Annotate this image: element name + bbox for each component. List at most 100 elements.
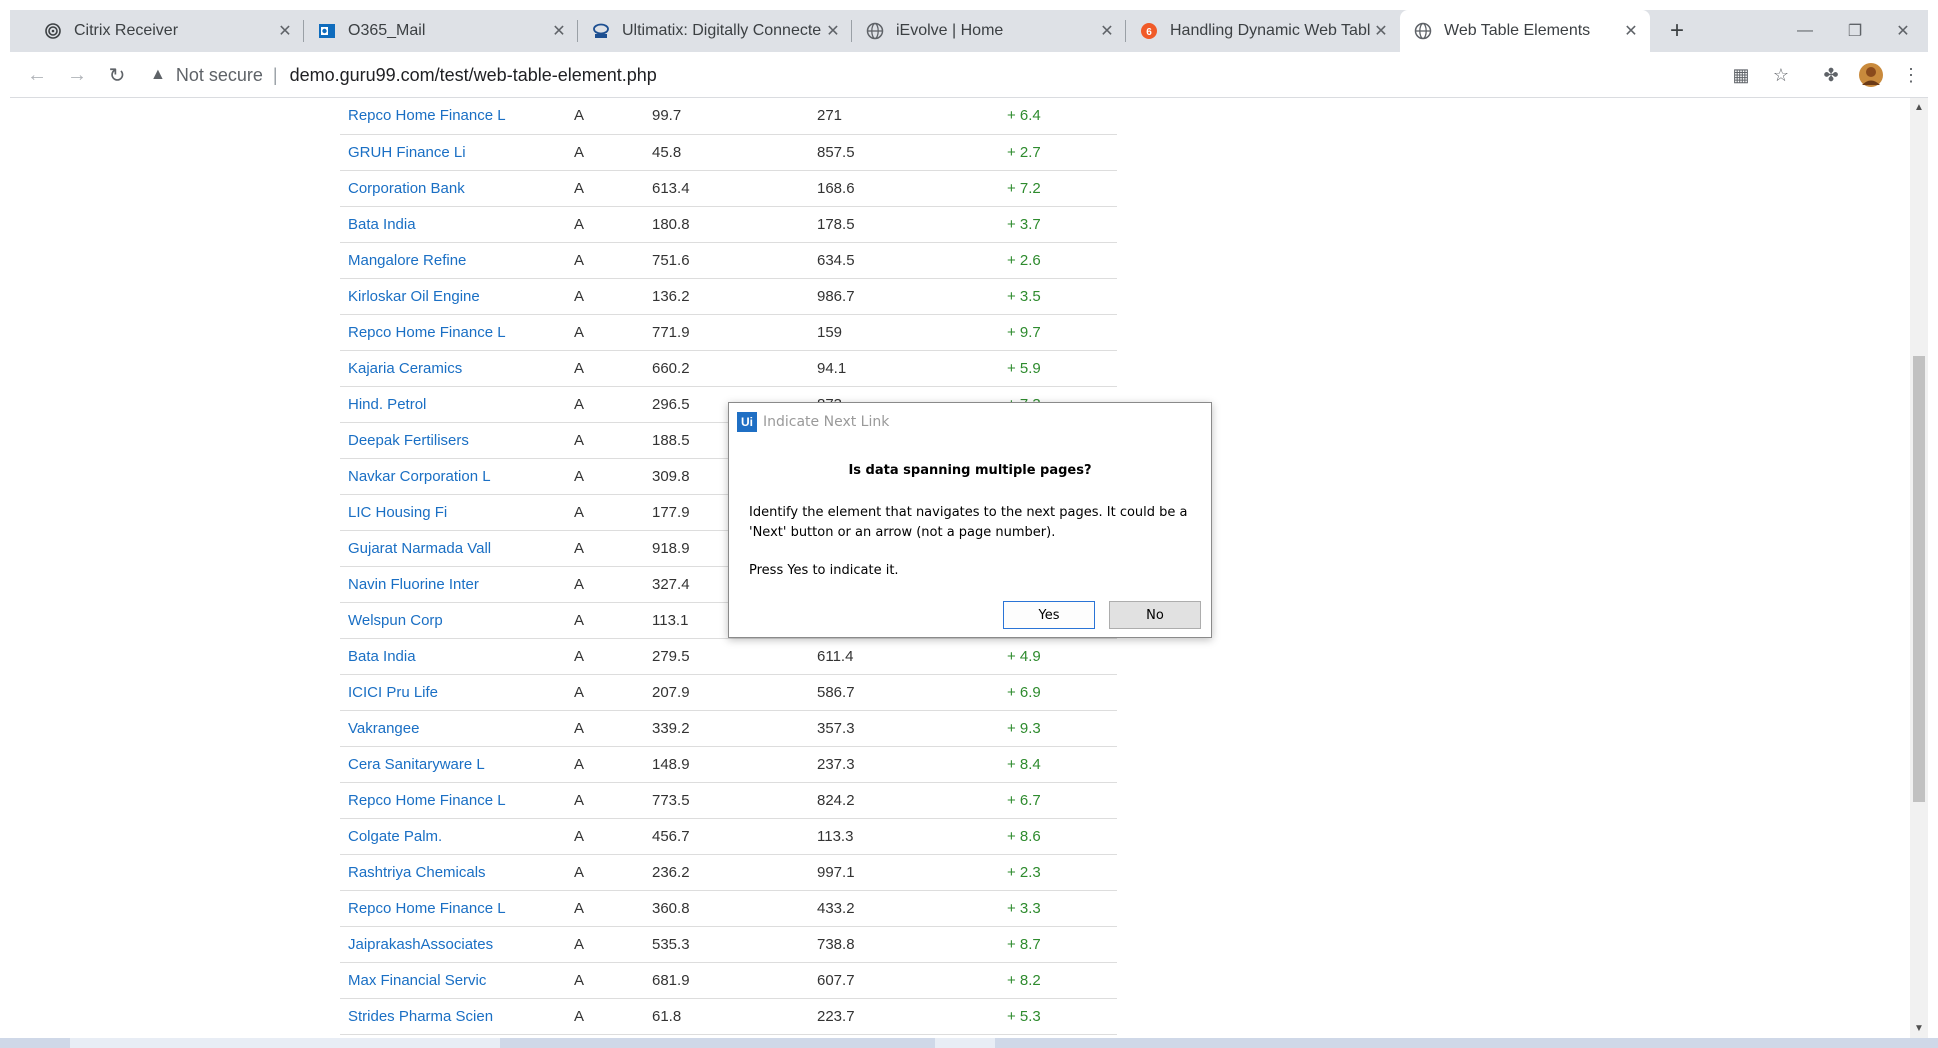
company-link[interactable]: Navin Fluorine Inter	[348, 576, 479, 593]
indicate-next-link-dialog: Ui Indicate Next Link Is data spanning m…	[728, 402, 1212, 638]
group-cell: A	[574, 1007, 585, 1025]
prev-close-cell: 236.2	[652, 863, 690, 881]
table-row: Bata India A 180.8 178.5 + 3.7	[340, 206, 1117, 243]
table-cell: 45.8	[644, 134, 809, 171]
company-link[interactable]: Strides Pharma Scien	[348, 1008, 493, 1025]
no-button[interactable]: No	[1109, 601, 1201, 629]
url-text: demo.guru99.com/test/web-table-element.p…	[289, 64, 657, 85]
company-link[interactable]: JaiprakashAssociates	[348, 936, 493, 953]
company-link[interactable]: Repco Home Finance L	[348, 107, 506, 124]
company-link[interactable]: Repco Home Finance L	[348, 792, 506, 809]
restore-button[interactable]: ❐	[1830, 10, 1880, 52]
company-link[interactable]: Mangalore Refine	[348, 252, 466, 269]
table-cell: + 2.7	[999, 134, 1117, 171]
star-icon[interactable]: ☆	[1768, 62, 1794, 88]
table-cell: A	[566, 854, 644, 891]
table-cell: A	[566, 170, 644, 207]
scroll-down-icon[interactable]: ▼	[1914, 1023, 1924, 1034]
current-price-cell: 113.3	[817, 827, 854, 845]
company-link[interactable]: GRUH Finance Li	[348, 144, 466, 161]
dialog-header: Ui Indicate Next Link	[737, 412, 889, 432]
tab-web-table-elements[interactable]: Web Table Elements ✕	[1400, 10, 1650, 52]
close-icon[interactable]: ✕	[1096, 20, 1118, 42]
close-window-button[interactable]: ✕	[1878, 10, 1928, 52]
table-cell: 207.9	[644, 674, 809, 711]
table-cell: 681.9	[644, 962, 809, 999]
dialog-instruction: Press Yes to indicate it.	[749, 563, 899, 578]
table-cell: A	[566, 242, 644, 279]
table-cell: + 2.3	[999, 854, 1117, 891]
tab-citrix[interactable]: Citrix Receiver ✕	[30, 10, 304, 52]
company-link[interactable]: Cera Sanitaryware L	[348, 756, 485, 773]
tab-handling-dynamic[interactable]: 6 Handling Dynamic Web Tabl ✕	[1126, 10, 1400, 52]
citrix-icon	[44, 22, 62, 40]
vertical-scrollbar[interactable]: ▲ ▼	[1910, 98, 1928, 1038]
scroll-up-icon[interactable]: ▲	[1914, 102, 1924, 113]
group-cell: A	[574, 143, 585, 161]
tab-ievolve[interactable]: iEvolve | Home ✕	[852, 10, 1126, 52]
tab-ultimatix[interactable]: Ultimatix: Digitally Connecte ✕	[578, 10, 852, 52]
table-cell: + 5.3	[999, 998, 1117, 1035]
prev-close-cell: 360.8	[652, 899, 690, 917]
taskbar-item[interactable]	[935, 1038, 995, 1048]
taskbar-item[interactable]	[70, 1038, 500, 1048]
extensions-icon[interactable]: ✤	[1818, 62, 1844, 88]
change-cell: + 8.6	[1007, 827, 1041, 845]
company-link[interactable]: Hind. Petrol	[348, 396, 426, 413]
company-link[interactable]: Repco Home Finance L	[348, 900, 506, 917]
close-icon[interactable]: ✕	[1620, 20, 1642, 42]
current-price-cell: 986.7	[817, 287, 855, 305]
company-link[interactable]: Rashtriya Chemicals	[348, 864, 486, 881]
company-link[interactable]: Welspun Corp	[348, 612, 443, 629]
company-link[interactable]: Gujarat Narmada Vall	[348, 540, 491, 557]
forward-button[interactable]: →	[62, 60, 92, 90]
company-link[interactable]: Colgate Palm.	[348, 828, 442, 845]
table-cell: 279.5	[644, 638, 809, 675]
prev-close-cell: 99.7	[652, 107, 682, 125]
company-link[interactable]: Deepak Fertilisers	[348, 432, 469, 449]
prev-close-cell: 456.7	[652, 827, 690, 845]
prev-close-cell: 613.4	[652, 179, 690, 197]
company-link[interactable]: Repco Home Finance L	[348, 324, 506, 341]
current-price-cell: 433.2	[817, 899, 855, 917]
company-link[interactable]: Corporation Bank	[348, 180, 465, 197]
svg-text:6: 6	[1146, 27, 1152, 38]
company-link[interactable]: Navkar Corporation L	[348, 468, 491, 485]
table-cell: 168.6	[809, 170, 999, 207]
back-button[interactable]: ←	[22, 60, 52, 90]
close-icon[interactable]: ✕	[274, 20, 296, 42]
qr-code-icon[interactable]: ▦	[1728, 62, 1754, 88]
address-bar[interactable]: ▲ Not secure | demo.guru99.com/test/web-…	[150, 58, 1710, 92]
scrollbar-thumb[interactable]	[1913, 356, 1925, 802]
table-cell: 223.7	[809, 998, 999, 1035]
tab-o365-mail[interactable]: O365_Mail ✕	[304, 10, 578, 52]
change-cell: + 7.2	[1007, 179, 1041, 197]
table-row: Repco Home Finance L A 771.9 159 + 9.7	[340, 314, 1117, 351]
current-price-cell: 997.1	[817, 863, 855, 881]
company-link[interactable]: Bata India	[348, 216, 416, 233]
table-cell: 433.2	[809, 890, 999, 927]
table-cell: 360.8	[644, 890, 809, 927]
company-link[interactable]: Kirloskar Oil Engine	[348, 288, 480, 305]
dialog-title: Indicate Next Link	[763, 414, 890, 430]
company-link[interactable]: Bata India	[348, 648, 416, 665]
close-icon[interactable]: ✕	[548, 20, 570, 42]
company-link[interactable]: ICICI Pru Life	[348, 684, 438, 701]
company-link[interactable]: LIC Housing Fi	[348, 504, 447, 521]
company-link[interactable]: Kajaria Ceramics	[348, 360, 462, 377]
avatar[interactable]	[1858, 62, 1884, 88]
minimize-button[interactable]: —	[1780, 10, 1830, 52]
reload-button[interactable]: ↻	[102, 60, 132, 90]
globe-icon	[866, 22, 884, 40]
table-cell: 136.2	[644, 278, 809, 315]
table-cell: + 3.5	[999, 278, 1117, 315]
close-icon[interactable]: ✕	[822, 20, 844, 42]
company-link[interactable]: Vakrangee	[348, 720, 419, 737]
yes-button[interactable]: Yes	[1003, 601, 1095, 629]
company-link[interactable]: Max Financial Servic	[348, 972, 486, 989]
close-icon[interactable]: ✕	[1370, 20, 1392, 42]
table-cell: 178.5	[809, 206, 999, 243]
table-row: Kirloskar Oil Engine A 136.2 986.7 + 3.5	[340, 278, 1117, 315]
menu-icon[interactable]: ⋮	[1898, 62, 1924, 88]
new-tab-button[interactable]: +	[1664, 17, 1690, 44]
